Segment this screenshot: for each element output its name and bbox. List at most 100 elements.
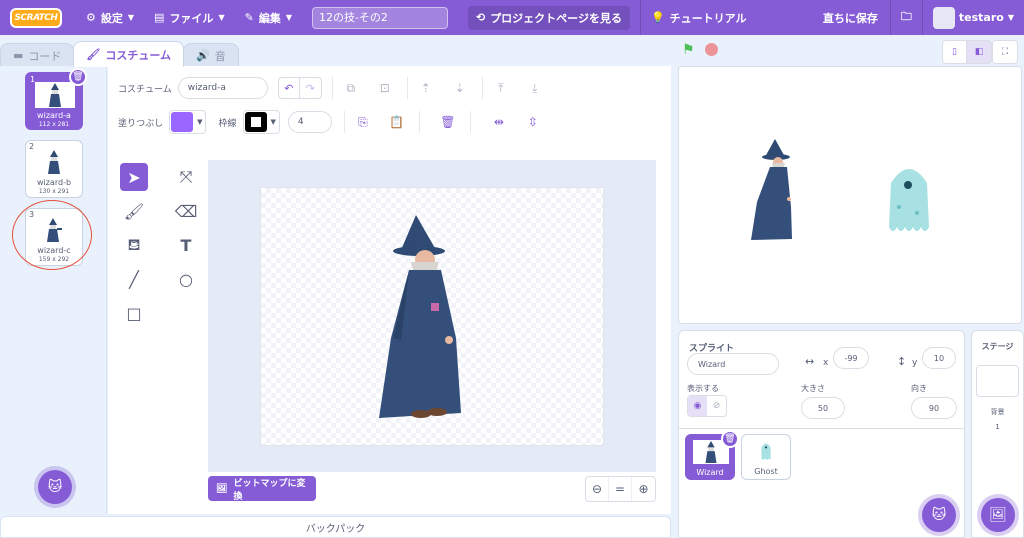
costume-name: wizard-a — [37, 111, 71, 120]
forward-icon: ⇡ — [420, 81, 431, 95]
tab-code[interactable]: ▬ コード — [0, 43, 75, 67]
group-button[interactable]: ⧉ — [339, 76, 363, 100]
flag-icon: ⚑ — [682, 42, 695, 58]
paint-toolbar-bottom: 塗りつぶし ▼ 枠線 ▼ 4 ⎘ 📋 🗑 ⇹ ⇳ — [118, 110, 545, 134]
circle-tool[interactable]: ○ — [172, 265, 200, 293]
zoom-reset-button[interactable]: = — [609, 477, 632, 501]
text-tool[interactable]: T — [172, 231, 200, 259]
forward-button[interactable]: ⇡ — [414, 76, 438, 100]
zoom-in-button[interactable]: ⊕ — [632, 477, 655, 501]
add-costume-button[interactable]: 🐱 — [38, 470, 72, 504]
large-stage-button[interactable]: ◧ — [967, 41, 991, 63]
edit-menu[interactable]: ✎ 編集 ▼ — [235, 0, 302, 35]
costume-item[interactable]: 1 wizard-a 112 x 281 🗑 — [25, 68, 87, 130]
copy-button[interactable]: ⎘ — [351, 110, 375, 134]
fullscreen-icon: ⛶ — [1001, 47, 1009, 57]
zoom-out-button[interactable]: ⊖ — [586, 477, 609, 501]
delete-sprite-button[interactable]: 🗑 — [721, 430, 739, 448]
file-menu[interactable]: ▤ ファイル ▼ — [144, 0, 235, 35]
small-stage-button[interactable]: ▯ — [943, 41, 967, 63]
outline-color-picker[interactable]: ▼ — [242, 110, 280, 134]
back-button[interactable]: ⤓ — [523, 76, 547, 100]
outline-swatch — [244, 112, 267, 132]
front-button[interactable]: ⤒ — [489, 76, 513, 100]
fill-color-picker[interactable]: ▼ — [169, 110, 207, 134]
delete-button[interactable]: 🗑 — [436, 110, 460, 134]
large-stage-icon: ◧ — [974, 47, 984, 57]
sprite-name-input[interactable]: Wizard — [687, 353, 779, 375]
costume-name: wizard-b — [36, 178, 72, 187]
backward-button[interactable]: ⇣ — [448, 76, 472, 100]
hide-button[interactable]: ⊘ — [707, 396, 726, 416]
convert-to-bitmap-button[interactable]: 🖼 ビットマップに変換 — [208, 476, 316, 502]
divider — [331, 77, 333, 99]
x-arrows-icon: ↔ — [805, 355, 815, 368]
ungroup-button[interactable]: ⊡ — [373, 76, 397, 100]
my-stuff-button[interactable]: 🗀 — [891, 0, 922, 35]
backpack[interactable]: バックパック — [0, 516, 671, 538]
line-icon: ╱ — [129, 269, 139, 289]
paint-toolbar-top: コスチューム wizard-a ↶ ↷ ⧉ ⊡ ⇡ ⇣ ⤒ ⤓ — [118, 76, 547, 100]
costume-list: 1 wizard-a 112 x 281 🗑 2 wizard-b 130 x … — [0, 66, 107, 514]
flip-vertical-button[interactable]: ⇳ — [521, 110, 545, 134]
stage-thumbnail[interactable] — [976, 365, 1019, 397]
divider — [481, 77, 483, 99]
stop-button[interactable] — [705, 43, 718, 56]
paint-bucket-icon: ⛾ — [127, 234, 141, 254]
account-menu[interactable]: testaro ▼ — [923, 6, 1024, 29]
sprite-tile[interactable]: Wizard 🗑 — [685, 430, 739, 480]
rectangle-tool[interactable]: □ — [120, 299, 148, 327]
size-input[interactable]: 50 — [801, 397, 845, 419]
outline-label: 枠線 — [218, 118, 237, 129]
y-input[interactable]: 10 — [922, 347, 956, 369]
paint-canvas[interactable] — [260, 187, 604, 446]
chevron-down-icon: ▼ — [285, 13, 292, 22]
wizard-icon — [48, 150, 60, 174]
show-button[interactable]: ◉ — [688, 396, 707, 416]
size-label: 大きさ — [801, 384, 825, 393]
select-tool[interactable]: ➤ — [120, 163, 148, 191]
sprite-tile[interactable]: Ghost — [741, 434, 791, 480]
stage[interactable] — [678, 66, 1022, 324]
project-title-input[interactable]: 12の技-その2 — [311, 6, 448, 29]
tab-costumes[interactable]: 🖌 コスチューム — [73, 41, 185, 67]
add-sprite-button[interactable]: 🐱 — [922, 498, 956, 532]
sprite-info: スプライト Wizard ↔ x -99 ↕ y 10 表示する ◉ ⊘ 大きさ… — [679, 331, 964, 429]
costume-item[interactable]: 2 wizard-b 130 x 291 — [25, 140, 83, 198]
green-flag-button[interactable]: ⚑ — [682, 42, 695, 58]
project-page-label: プロジェクトページを見る — [490, 11, 622, 25]
flip-horizontal-button[interactable]: ⇹ — [487, 110, 511, 134]
paste-button[interactable]: 📋 — [385, 110, 409, 134]
outline-width-input[interactable]: 4 — [287, 111, 332, 133]
eraser-tool[interactable]: ⌫ — [172, 197, 200, 225]
chevron-down-icon: ▼ — [127, 13, 135, 22]
stage-pane: ステージ 背景 1 🖼 — [971, 330, 1024, 538]
fill-label: 塗りつぶし — [118, 118, 164, 129]
redo-button[interactable]: ↷ — [299, 77, 322, 99]
x-input[interactable]: -99 — [833, 347, 869, 369]
cat-plus-icon: 🐱 — [47, 479, 63, 495]
tutorials-button[interactable]: 💡 チュートリアル — [641, 0, 757, 35]
copy-icon: ⎘ — [358, 114, 368, 129]
costume-thumbnail — [34, 149, 74, 175]
line-tool[interactable]: ╱ — [120, 265, 148, 293]
save-now-button[interactable]: 直ちに保存 — [811, 10, 890, 26]
costume-name-input[interactable]: wizard-a — [177, 77, 268, 99]
fullscreen-button[interactable]: ⛶ — [993, 41, 1017, 63]
speaker-icon: 🔊 — [196, 49, 210, 62]
add-backdrop-button[interactable]: 🖼 — [981, 498, 1015, 532]
direction-input[interactable]: 90 — [911, 397, 957, 419]
project-page-button[interactable]: ⟲ プロジェクトページを見る — [467, 5, 630, 30]
flip-horizontal-icon: ⇹ — [493, 115, 504, 129]
undo-button[interactable]: ↶ — [277, 77, 300, 99]
settings-menu[interactable]: ⚙ 設定 ▼ — [76, 0, 144, 35]
trash-icon: 🗑 — [724, 434, 736, 444]
scratch-logo[interactable]: SCRATCH — [10, 7, 62, 28]
reshape-tool[interactable]: ⤧ — [172, 163, 200, 191]
group-icon: ⧉ — [346, 80, 356, 95]
tab-sounds[interactable]: 🔊 音 — [183, 43, 239, 67]
brush-tool[interactable]: 🖌 — [120, 197, 148, 225]
delete-costume-button[interactable]: 🗑 — [69, 68, 87, 86]
divider — [469, 111, 471, 133]
fill-tool[interactable]: ⛾ — [120, 231, 148, 259]
